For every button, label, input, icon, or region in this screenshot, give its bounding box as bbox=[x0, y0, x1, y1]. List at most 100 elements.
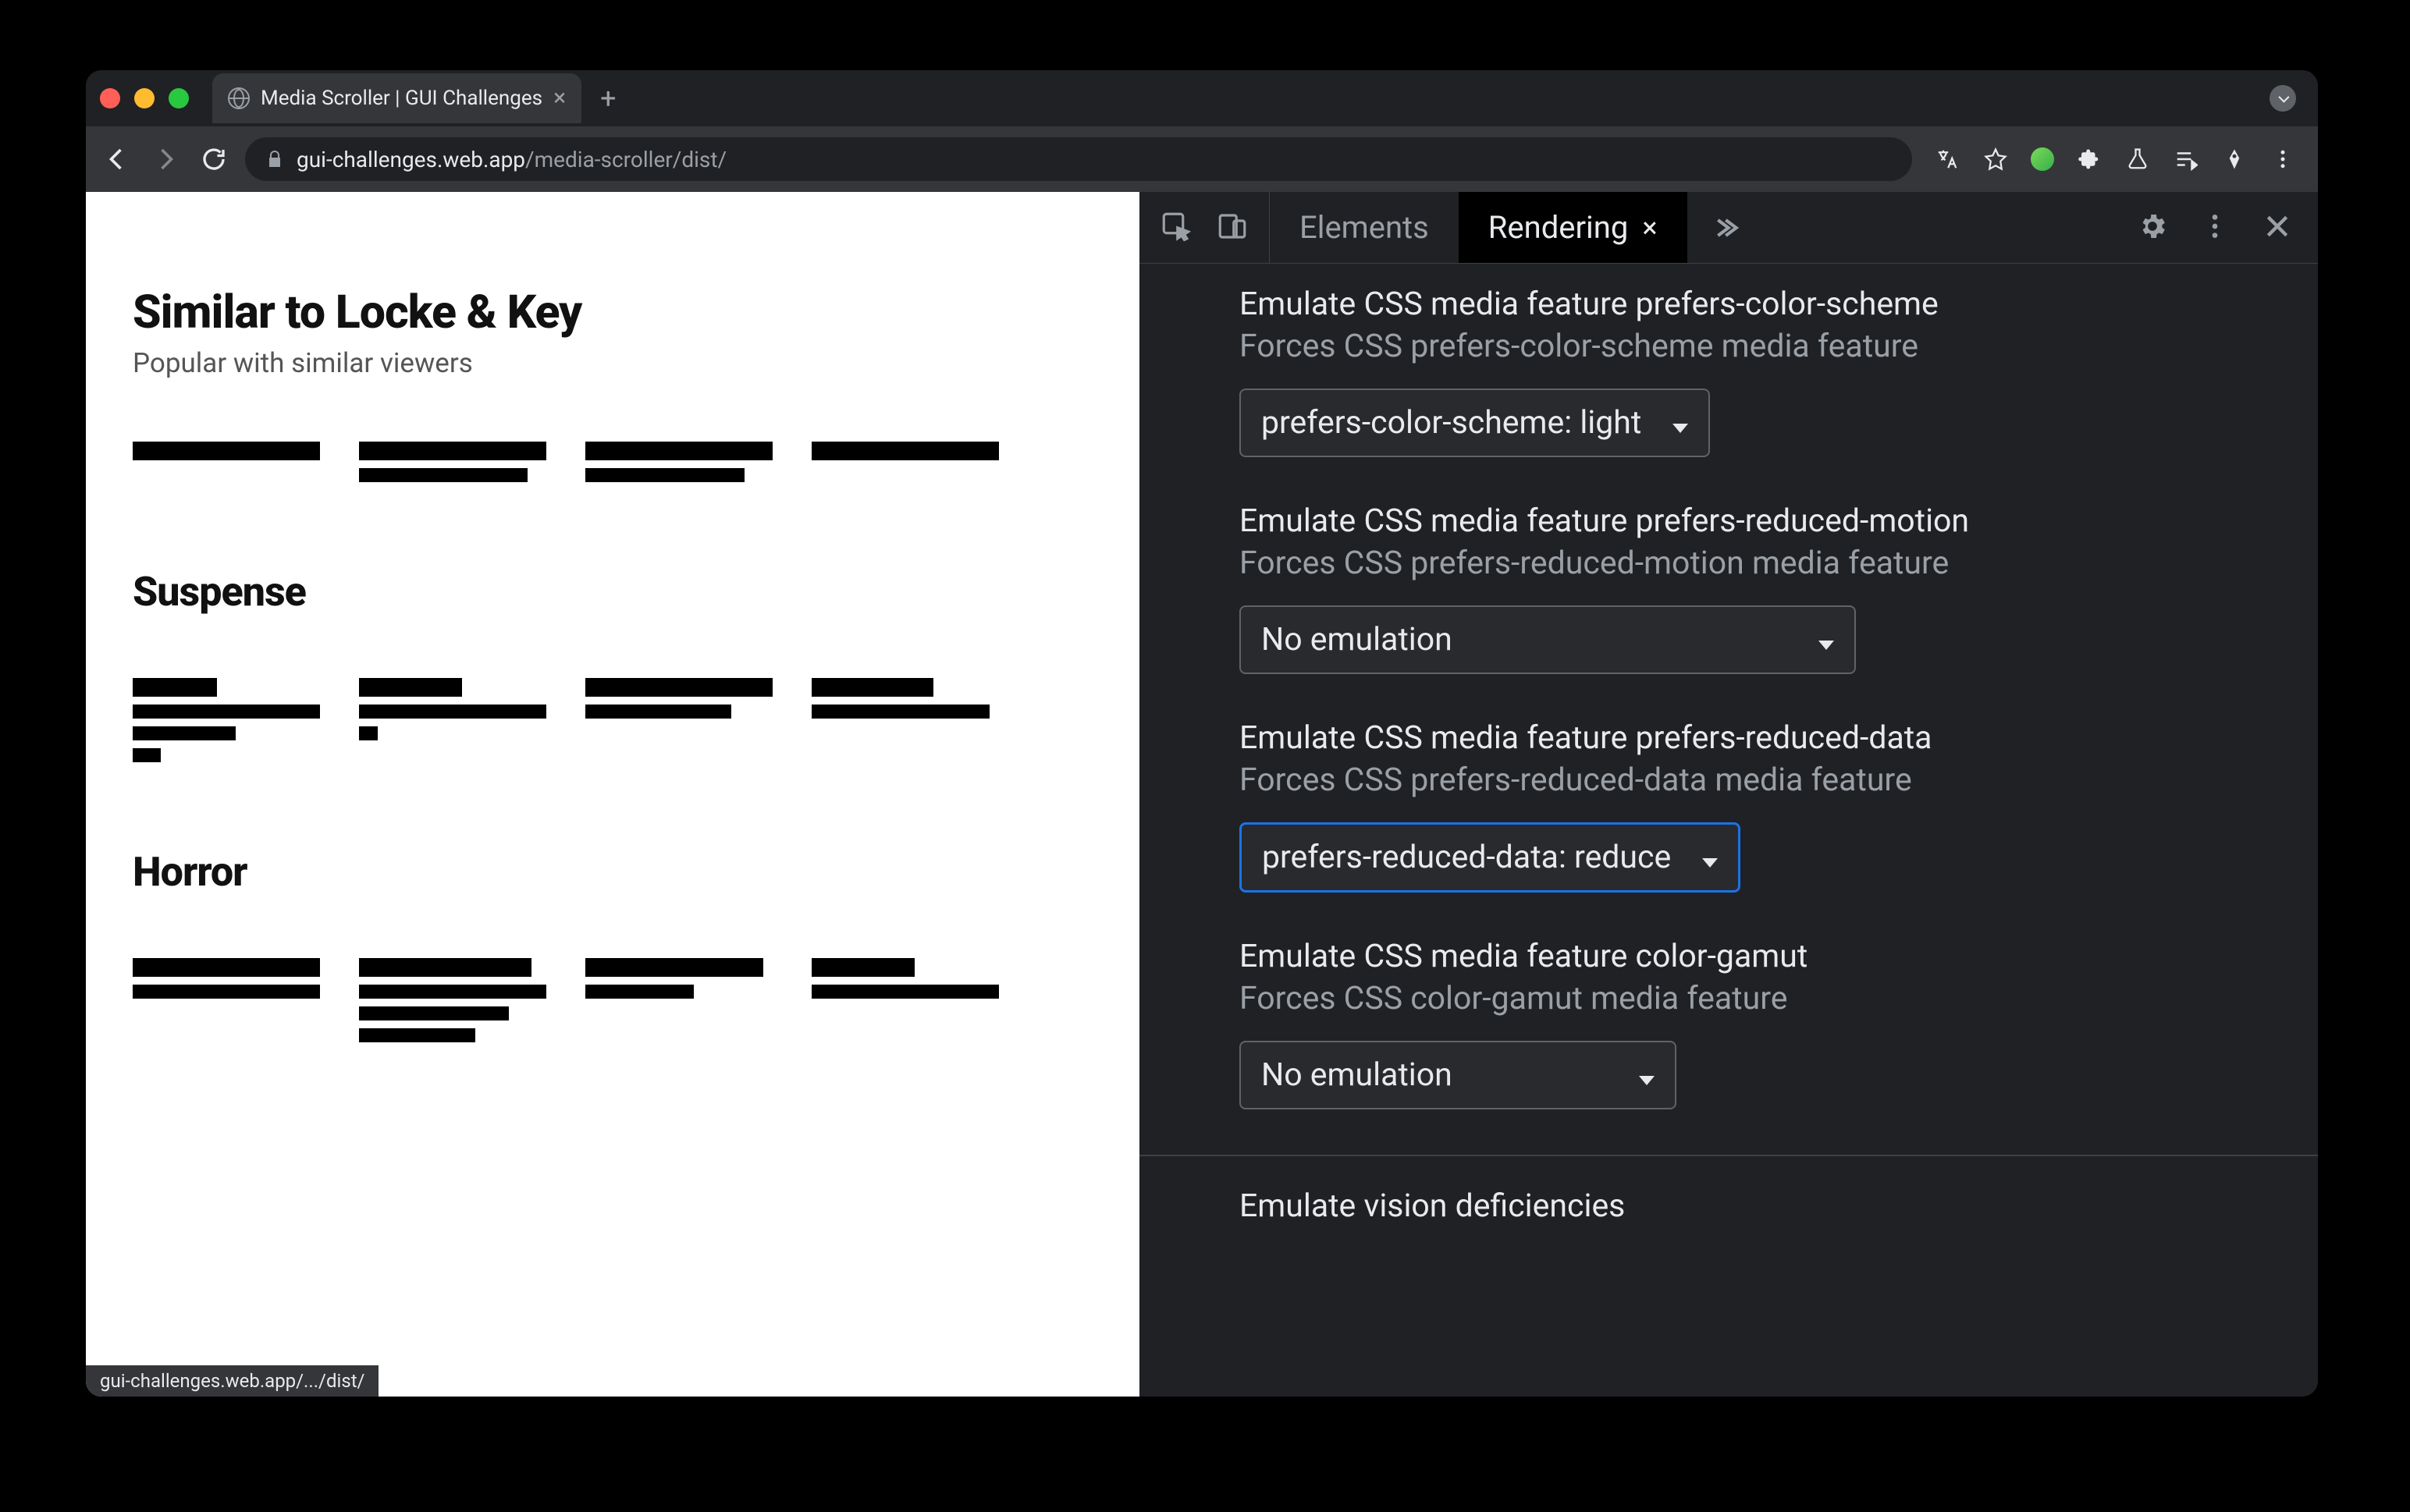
skeleton-bar bbox=[359, 985, 546, 999]
settings-icon[interactable] bbox=[2137, 211, 2168, 245]
devtools-menu-icon[interactable] bbox=[2199, 211, 2230, 245]
setting-title: Emulate CSS media feature prefers-reduce… bbox=[1239, 719, 2318, 757]
skeleton-bar bbox=[585, 442, 773, 460]
media-scroller[interactable] bbox=[133, 958, 1139, 1050]
skeleton-bar bbox=[585, 985, 694, 999]
skeleton-bar bbox=[359, 726, 378, 740]
setting-select[interactable]: No emulation bbox=[1239, 605, 1856, 674]
select-value: prefers-color-scheme: light bbox=[1261, 404, 1641, 442]
tab-strip: Media Scroller | GUI Challenges × + bbox=[86, 70, 2318, 126]
forward-button[interactable] bbox=[148, 142, 183, 176]
skeleton-bar bbox=[133, 748, 161, 762]
media-scroller[interactable] bbox=[133, 678, 1139, 770]
skeleton-bar bbox=[585, 958, 763, 977]
close-devtools-icon[interactable] bbox=[2262, 211, 2293, 245]
back-button[interactable] bbox=[100, 142, 134, 176]
section-divider bbox=[1139, 1155, 2318, 1156]
chevron-down-icon bbox=[1672, 404, 1688, 442]
toolbar-actions bbox=[1934, 146, 2296, 172]
rendering-setting: Emulate CSS media feature prefers-reduce… bbox=[1239, 502, 2318, 674]
flask-icon[interactable] bbox=[2124, 146, 2151, 172]
close-panel-icon[interactable]: × bbox=[1642, 211, 1657, 244]
new-tab-button[interactable]: + bbox=[600, 82, 616, 115]
menu-button[interactable] bbox=[2270, 146, 2296, 172]
tab-title: Media Scroller | GUI Challenges bbox=[261, 87, 542, 110]
media-card[interactable] bbox=[812, 442, 999, 490]
tab-rendering[interactable]: Rendering × bbox=[1459, 192, 1687, 263]
chevron-down-icon bbox=[1639, 1056, 1655, 1094]
reload-button[interactable] bbox=[197, 142, 231, 176]
skeleton-bar bbox=[585, 468, 745, 482]
skeleton-bar bbox=[812, 985, 999, 999]
skeleton-bar bbox=[133, 726, 236, 740]
skeleton-bar bbox=[812, 442, 999, 460]
setting-description: Forces CSS prefers-reduced-data media fe… bbox=[1239, 761, 2318, 799]
section-heading: Horror bbox=[133, 848, 1139, 896]
media-card[interactable] bbox=[359, 958, 546, 1050]
translate-icon[interactable] bbox=[1934, 146, 1960, 172]
browser-tab[interactable]: Media Scroller | GUI Challenges × bbox=[212, 73, 581, 123]
setting-description: Forces CSS prefers-color-scheme media fe… bbox=[1239, 328, 2318, 365]
url-text: gui-challenges.web.app/media-scroller/di… bbox=[297, 147, 727, 172]
rendering-panel[interactable]: Emulate CSS media feature prefers-color-… bbox=[1139, 264, 2318, 1397]
section-heading: Similar to Locke & Key bbox=[133, 286, 1139, 339]
skeleton-bar bbox=[812, 958, 915, 977]
pen-icon[interactable] bbox=[2221, 146, 2248, 172]
media-section: Similar to Locke & Key Popular with simil… bbox=[133, 286, 1139, 490]
media-card[interactable] bbox=[585, 442, 773, 490]
skeleton-bar bbox=[359, 678, 462, 697]
setting-title: Emulate vision deficiencies bbox=[1239, 1187, 2318, 1225]
maximize-window-button[interactable] bbox=[169, 88, 189, 108]
status-bar: gui-challenges.web.app/.../dist/ bbox=[86, 1365, 379, 1397]
select-value: No emulation bbox=[1261, 1056, 1452, 1094]
media-card[interactable] bbox=[812, 678, 999, 770]
media-card[interactable] bbox=[133, 958, 320, 1050]
playlist-icon[interactable] bbox=[2173, 146, 2199, 172]
tab-elements[interactable]: Elements bbox=[1270, 192, 1459, 263]
section-subtitle: Popular with similar viewers bbox=[133, 347, 1139, 379]
media-card[interactable] bbox=[359, 678, 546, 770]
media-card[interactable] bbox=[133, 678, 320, 770]
media-card[interactable] bbox=[585, 678, 773, 770]
skeleton-bar bbox=[359, 958, 531, 977]
extension-green-icon[interactable] bbox=[2031, 147, 2054, 171]
inspect-element-icon[interactable] bbox=[1160, 210, 1193, 246]
minimize-window-button[interactable] bbox=[134, 88, 155, 108]
select-value: No emulation bbox=[1261, 621, 1452, 658]
skeleton-bar bbox=[359, 1028, 475, 1042]
content-area: Similar to Locke & Key Popular with simil… bbox=[86, 192, 2318, 1397]
setting-select[interactable]: prefers-color-scheme: light bbox=[1239, 389, 1710, 457]
setting-select[interactable]: No emulation bbox=[1239, 1041, 1676, 1109]
skeleton-bar bbox=[585, 678, 773, 697]
bookmark-icon[interactable] bbox=[1982, 146, 2009, 172]
skeleton-bar bbox=[359, 442, 546, 460]
devtools-inspect-tools bbox=[1139, 192, 1270, 263]
more-tabs-button[interactable] bbox=[1687, 192, 1759, 263]
toolbar: gui-challenges.web.app/media-scroller/di… bbox=[86, 126, 2318, 192]
address-bar[interactable]: gui-challenges.web.app/media-scroller/di… bbox=[245, 137, 1912, 181]
close-window-button[interactable] bbox=[100, 88, 120, 108]
skeleton-bar bbox=[133, 985, 320, 999]
chevron-down-icon bbox=[1818, 621, 1834, 658]
lock-icon bbox=[265, 150, 284, 169]
web-page: Similar to Locke & Key Popular with simil… bbox=[86, 192, 1139, 1397]
skeleton-bar bbox=[812, 705, 990, 719]
setting-select[interactable]: prefers-reduced-data: reduce bbox=[1239, 822, 1740, 893]
media-scroller[interactable] bbox=[133, 442, 1139, 490]
setting-title: Emulate CSS media feature prefers-reduce… bbox=[1239, 502, 2318, 540]
media-card[interactable] bbox=[812, 958, 999, 1050]
media-card[interactable] bbox=[133, 442, 320, 490]
skeleton-bar bbox=[133, 705, 320, 719]
extensions-icon[interactable] bbox=[2076, 146, 2103, 172]
globe-icon bbox=[228, 87, 250, 109]
media-card[interactable] bbox=[359, 442, 546, 490]
media-card[interactable] bbox=[585, 958, 773, 1050]
close-tab-button[interactable]: × bbox=[553, 87, 566, 110]
profile-button[interactable] bbox=[2270, 85, 2296, 112]
rendering-setting: Emulate CSS media feature color-gamutFor… bbox=[1239, 938, 2318, 1109]
device-toolbar-icon[interactable] bbox=[1216, 210, 1249, 246]
window-controls bbox=[100, 88, 189, 108]
chevron-down-icon bbox=[1702, 839, 1718, 876]
skeleton-bar bbox=[359, 468, 528, 482]
setting-title: Emulate CSS media feature prefers-color-… bbox=[1239, 286, 2318, 323]
